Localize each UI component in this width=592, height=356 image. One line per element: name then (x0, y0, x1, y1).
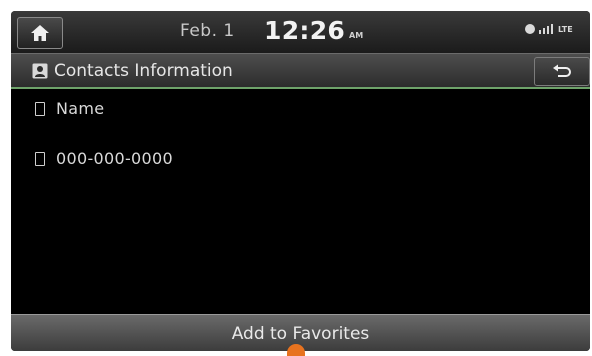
back-button[interactable] (534, 57, 590, 86)
time-display: 12:26 (264, 16, 346, 45)
callout-marker (287, 344, 305, 356)
signal-bar-icon (539, 30, 541, 34)
title-bar: Contacts Information (11, 54, 590, 89)
network-indicator: LTE (558, 25, 573, 34)
screen: Feb. 1 12:26 AM LTE Contacts Information (11, 11, 590, 351)
contact-card-icon (32, 63, 48, 79)
back-arrow-icon (553, 64, 571, 77)
status-bar: Feb. 1 12:26 AM LTE (11, 11, 590, 54)
contact-name: Name (56, 99, 105, 118)
contact-phone-number: 000-000-0000 (56, 149, 173, 168)
status-indicators: LTE (525, 24, 573, 34)
signal-bar-icon (551, 24, 553, 34)
contact-phone-row[interactable]: 000-000-0000 (11, 145, 590, 175)
contact-name-row: Name (11, 95, 590, 125)
home-button[interactable] (17, 17, 63, 49)
signal-bar-icon (543, 28, 545, 34)
add-to-favorites-label: Add to Favorites (231, 323, 370, 344)
ampm-indicator: AM (349, 31, 364, 40)
signal-bar-icon (547, 26, 549, 34)
bluetooth-icon (525, 24, 535, 34)
home-icon (31, 25, 49, 41)
phone-icon (35, 102, 45, 116)
page-title: Contacts Information (54, 61, 233, 81)
date-display: Feb. 1 (180, 21, 235, 41)
mobile-icon (35, 152, 45, 166)
